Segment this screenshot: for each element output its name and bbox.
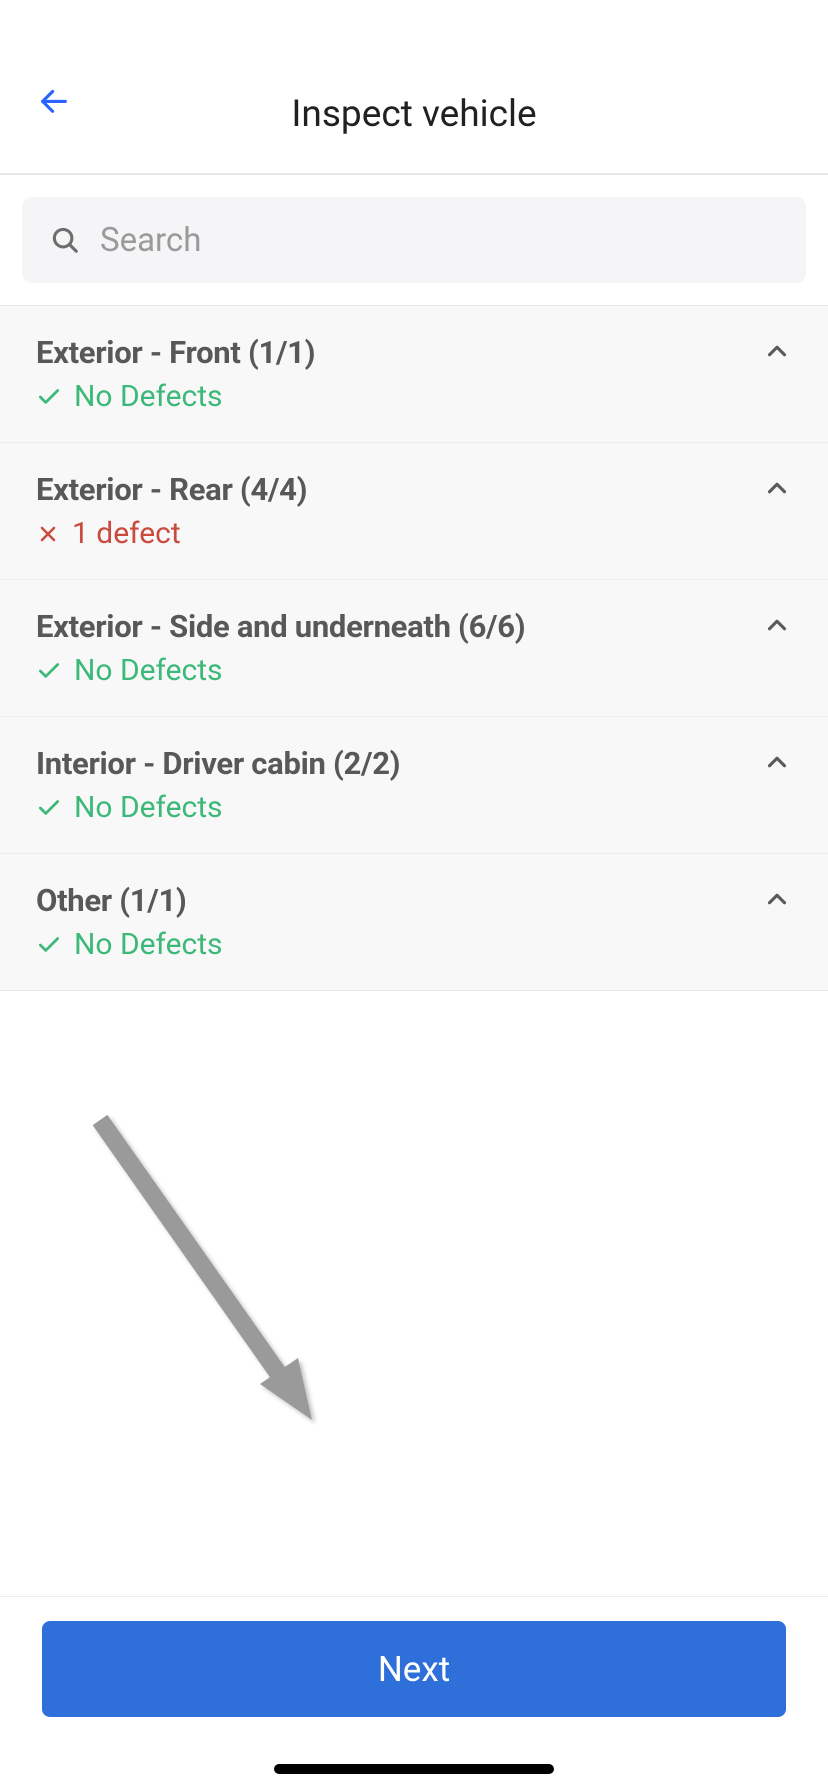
section-title: Exterior - Front (1/1) — [36, 334, 315, 371]
status-text: 1 defect — [72, 516, 181, 551]
section-status: No Defects — [36, 653, 525, 688]
section-title: Exterior - Rear (4/4) — [36, 471, 307, 508]
section-content: Exterior - Front (1/1) No Defects — [36, 334, 315, 414]
back-button[interactable] — [36, 83, 72, 119]
chevron-up-icon — [762, 747, 792, 781]
section-content: Exterior - Side and underneath (6/6) No … — [36, 608, 525, 688]
search-box[interactable] — [22, 197, 806, 283]
inspection-sections-list: Exterior - Front (1/1) No Defects Exteri… — [0, 305, 828, 991]
section-exterior-side[interactable]: Exterior - Side and underneath (6/6) No … — [0, 580, 828, 717]
x-icon — [36, 522, 60, 546]
section-content: Exterior - Rear (4/4) 1 defect — [36, 471, 307, 551]
section-other[interactable]: Other (1/1) No Defects — [0, 854, 828, 990]
footer: Next — [0, 1596, 828, 1792]
section-title: Other (1/1) — [36, 882, 223, 919]
next-button[interactable]: Next — [42, 1621, 786, 1717]
status-text: No Defects — [74, 790, 223, 825]
status-text: No Defects — [74, 927, 223, 962]
search-input[interactable] — [100, 221, 778, 260]
page-title: Inspect vehicle — [36, 93, 792, 136]
section-title: Interior - Driver cabin (2/2) — [36, 745, 400, 782]
check-icon — [36, 384, 62, 410]
section-status: No Defects — [36, 927, 223, 962]
header: Inspect vehicle — [0, 0, 828, 175]
check-icon — [36, 658, 62, 684]
status-text: No Defects — [74, 379, 223, 414]
search-container — [0, 175, 828, 305]
section-title: Exterior - Side and underneath (6/6) — [36, 608, 525, 645]
chevron-up-icon — [762, 336, 792, 370]
section-exterior-front[interactable]: Exterior - Front (1/1) No Defects — [0, 306, 828, 443]
chevron-up-icon — [762, 473, 792, 507]
annotation-arrow — [90, 1110, 330, 1440]
chevron-up-icon — [762, 884, 792, 918]
section-status: No Defects — [36, 790, 400, 825]
section-status: No Defects — [36, 379, 315, 414]
section-interior-cabin[interactable]: Interior - Driver cabin (2/2) No Defects — [0, 717, 828, 854]
search-icon — [50, 225, 80, 255]
status-text: No Defects — [74, 653, 223, 688]
arrow-left-icon — [37, 84, 71, 118]
section-status: 1 defect — [36, 516, 307, 551]
home-indicator[interactable] — [274, 1764, 554, 1774]
chevron-up-icon — [762, 610, 792, 644]
check-icon — [36, 795, 62, 821]
section-content: Interior - Driver cabin (2/2) No Defects — [36, 745, 400, 825]
section-exterior-rear[interactable]: Exterior - Rear (4/4) 1 defect — [0, 443, 828, 580]
check-icon — [36, 932, 62, 958]
section-content: Other (1/1) No Defects — [36, 882, 223, 962]
